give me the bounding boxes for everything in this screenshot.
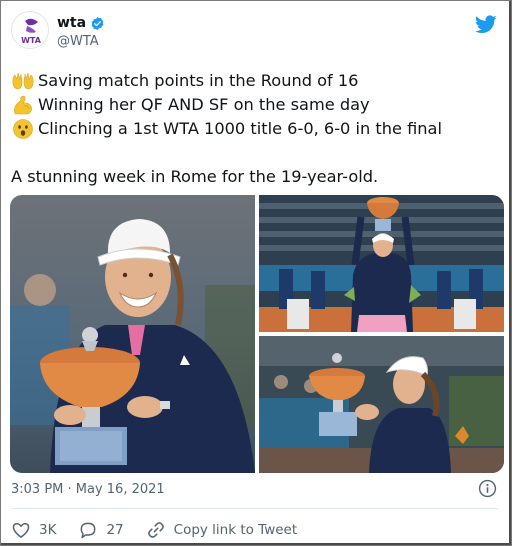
reply-count: 27	[106, 522, 124, 538]
copy-link-button[interactable]: Copy link to Tweet	[146, 520, 298, 540]
like-button[interactable]: 3K	[11, 520, 56, 540]
tweet-line-text: Winning her QF AND SF on the same day	[38, 95, 370, 114]
tweet-text: Saving match points in the Round of 16 W…	[11, 69, 501, 189]
raised-hands-icon	[12, 72, 34, 90]
tweet-line: Winning her QF AND SF on the same day	[11, 93, 501, 117]
photo-trophy-raised[interactable]	[259, 195, 504, 332]
media-grid[interactable]	[10, 195, 504, 473]
tweet-line-text: Saving match points in the Round of 16	[38, 71, 359, 90]
tweet-actions: 3K 27 Copy link to Tweet	[11, 519, 319, 541]
copy-link-label: Copy link to Tweet	[173, 522, 298, 538]
info-icon[interactable]	[478, 479, 497, 498]
twitter-bird-icon[interactable]	[475, 15, 497, 34]
photo-trophy-kiss[interactable]	[259, 336, 504, 473]
photo-image	[259, 195, 504, 332]
reply-bubble-icon	[81, 522, 96, 539]
verified-badge-icon	[91, 16, 104, 30]
tweet-line-text: Clinching a 1st WTA 1000 title 6-0, 6-0 …	[38, 119, 442, 138]
surprised-face-icon	[13, 119, 33, 139]
tweet-line: Saving match points in the Round of 16	[11, 69, 501, 93]
link-icon	[147, 522, 164, 538]
flexed-biceps-icon	[14, 95, 32, 115]
photo-image	[259, 336, 504, 473]
tweet-timestamp[interactable]: 3:03 PM · May 16, 2021	[11, 482, 165, 497]
photo-trophy-portrait[interactable]	[10, 195, 255, 473]
divider	[11, 508, 498, 509]
heart-icon	[12, 523, 30, 538]
wta-logo-icon: WTA	[13, 13, 48, 48]
tweet-closing-line: A stunning week in Rome for the 19-year-…	[11, 167, 379, 186]
author-block[interactable]: wta @WTA	[57, 15, 105, 49]
tweet-header: WTA wta @WTA	[1, 1, 508, 59]
tweet-line: Clinching a 1st WTA 1000 title 6-0, 6-0 …	[11, 117, 501, 141]
like-count: 3K	[39, 522, 57, 538]
author-name[interactable]: wta	[57, 15, 86, 31]
svg-text:WTA: WTA	[21, 36, 42, 45]
avatar[interactable]: WTA	[11, 11, 49, 49]
reply-button[interactable]: 27	[78, 520, 124, 540]
tweet-card: WTA wta @WTA Saving match points in the …	[1, 1, 508, 543]
author-handle[interactable]: @WTA	[57, 34, 105, 49]
photo-image	[10, 195, 255, 473]
